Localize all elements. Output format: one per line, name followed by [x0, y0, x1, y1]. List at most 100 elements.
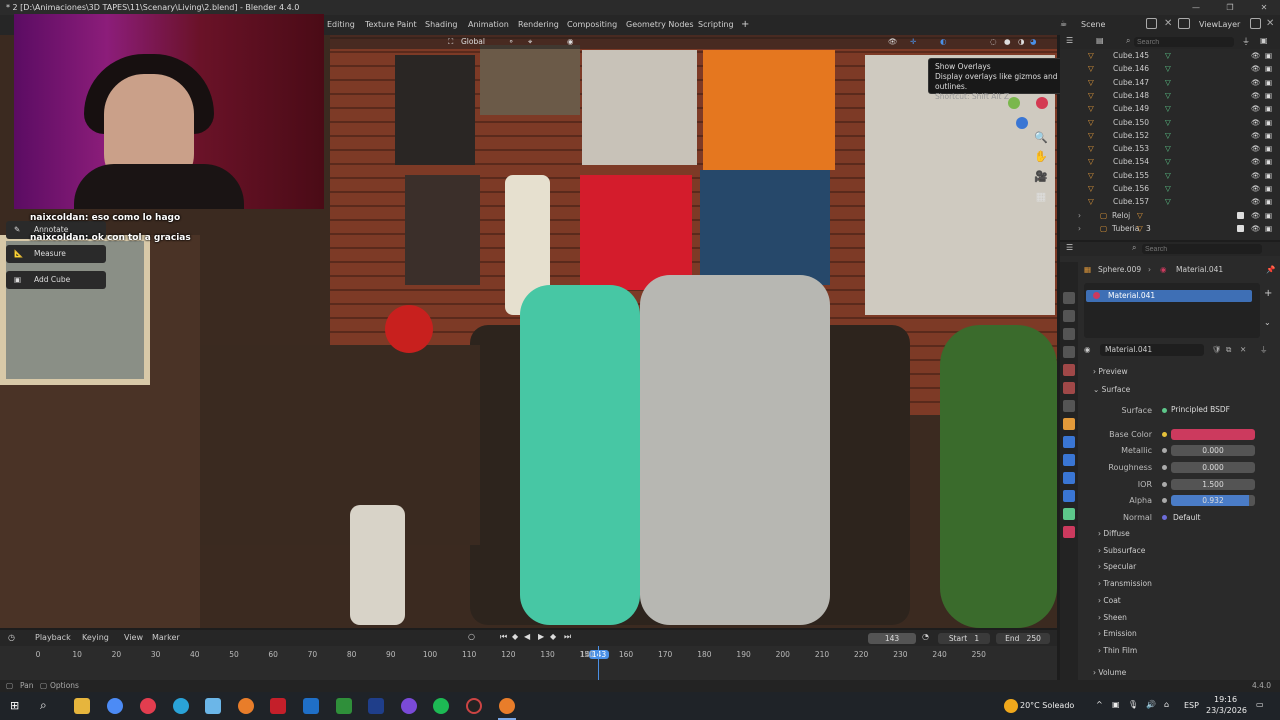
base-color-swatch[interactable] — [1171, 429, 1255, 440]
roughness-field[interactable]: 0.000 — [1171, 462, 1255, 473]
clock-date[interactable]: 23/3/2026 — [1206, 706, 1247, 715]
outliner-row[interactable]: ▽ Cube.146 ▽ 👁 ▣ — [1060, 62, 1280, 75]
new-scene-icon[interactable] — [1146, 18, 1157, 29]
visibility-eye-icon[interactable]: 👁 — [1251, 116, 1261, 129]
render-camera-icon[interactable]: ▣ — [1265, 209, 1272, 222]
tray-chevron-icon[interactable]: ^ — [1096, 700, 1103, 709]
menu-playback[interactable]: Playback — [35, 633, 71, 642]
tab-editing[interactable]: Editing — [324, 15, 358, 35]
tab-material[interactable] — [1063, 526, 1075, 538]
jump-start-icon[interactable]: ⏮ — [500, 632, 507, 642]
section-volume[interactable]: › Volume — [1093, 668, 1126, 677]
tab-geometry-nodes[interactable]: Geometry Nodes — [623, 15, 696, 35]
start-frame-field[interactable]: Start 1 — [938, 633, 990, 644]
expand-icon[interactable]: › — [1078, 222, 1081, 235]
playhead-line[interactable] — [598, 646, 599, 680]
visibility-eye-icon[interactable]: 👁 — [1251, 142, 1261, 155]
tray-app-icon[interactable]: ▣ — [1112, 700, 1120, 709]
file-explorer-icon[interactable] — [74, 698, 90, 714]
tab-animation[interactable]: Animation — [465, 15, 512, 35]
visibility-eye-icon[interactable]: 👁 — [1251, 195, 1261, 208]
section-preview[interactable]: › Preview — [1093, 367, 1128, 376]
unlink-icon[interactable]: ✕ — [1240, 343, 1246, 357]
opera-icon[interactable] — [140, 698, 156, 714]
render-camera-icon[interactable]: ▣ — [1265, 195, 1272, 208]
visibility-eye-icon[interactable]: 👁 — [1251, 129, 1261, 142]
outliner-row[interactable]: ▽ Cube.147 ▽ 👁 ▣ — [1060, 76, 1280, 89]
jump-end-icon[interactable]: ⏭ — [564, 632, 571, 642]
outliner-row[interactable]: ▽ Cube.150 ▽ 👁 ▣ — [1060, 116, 1280, 129]
outliner-row[interactable]: ▽ Cube.153 ▽ 👁 ▣ — [1060, 142, 1280, 155]
subsection-transmission[interactable]: › Transmission — [1098, 579, 1152, 588]
alpha-field[interactable]: 0.932 — [1171, 495, 1255, 506]
voicemeeter-icon[interactable] — [270, 698, 286, 714]
windows-start-icon[interactable]: ⊞ — [10, 699, 19, 712]
slot-menu-icon[interactable]: ⌄ — [1264, 318, 1271, 327]
tab-constraints[interactable] — [1063, 490, 1075, 502]
properties-search-input[interactable] — [1142, 244, 1262, 254]
photos-icon[interactable] — [303, 698, 319, 714]
add-workspace-button[interactable]: + — [738, 15, 752, 35]
visibility-eye-icon[interactable]: 👁 — [1251, 62, 1261, 75]
transform-orientation-select[interactable]: Global — [461, 36, 485, 48]
tab-particles[interactable] — [1063, 454, 1075, 466]
tab-tool[interactable] — [1063, 292, 1075, 304]
clock-time[interactable]: 19:16 — [1214, 695, 1237, 704]
maximize-button[interactable]: ❐ — [1218, 0, 1242, 15]
close-button[interactable]: ✕ — [1252, 0, 1276, 15]
menu-marker[interactable]: Marker — [152, 633, 180, 642]
subsection-sheen[interactable]: › Sheen — [1098, 613, 1127, 622]
tab-modifiers[interactable] — [1063, 436, 1075, 448]
material-name-field[interactable]: Material.041 — [1100, 344, 1204, 356]
tab-physics[interactable] — [1063, 472, 1075, 484]
render-camera-icon[interactable]: ▣ — [1265, 49, 1272, 62]
network-icon[interactable]: ⌂ — [1164, 700, 1169, 709]
next-keyframe-icon[interactable]: ◆ — [550, 632, 556, 641]
timeline-editor-icon[interactable]: ◷ — [8, 633, 15, 642]
current-frame-field[interactable]: 143 — [868, 633, 916, 644]
visibility-eye-icon[interactable]: 👁 — [1251, 222, 1261, 235]
record-icon[interactable]: ○ — [468, 632, 475, 641]
properties-editor-icon[interactable]: ☰ — [1066, 243, 1073, 252]
exclude-checkbox[interactable] — [1237, 211, 1244, 219]
play-reverse-icon[interactable]: ◀ — [524, 632, 530, 641]
app-icon-2[interactable] — [401, 698, 417, 714]
pivot-icon[interactable]: ⚬ — [508, 36, 514, 48]
timeline-ruler[interactable]: 0102030405060708090100110120130141431501… — [0, 646, 1057, 680]
filter-icon[interactable]: ⏚ — [1242, 36, 1250, 47]
material-browse-icon[interactable]: ◉ — [1084, 343, 1091, 357]
tab-object[interactable] — [1063, 418, 1075, 430]
play-icon[interactable]: ▶ — [538, 632, 544, 641]
subsection-diffuse[interactable]: › Diffuse — [1098, 529, 1130, 538]
duplicate-icon[interactable]: ⧉ — [1226, 343, 1231, 357]
outliner-row[interactable]: ▽ Cube.145 ▽ 👁 ▣ — [1060, 49, 1280, 62]
mic-icon[interactable]: 🎙 — [1128, 700, 1138, 709]
tab-rendering[interactable]: Rendering — [515, 15, 562, 35]
outliner-row[interactable]: ▽ Cube.157 ▽ 👁 ▣ — [1060, 195, 1280, 208]
pycharm-icon[interactable] — [336, 698, 352, 714]
visibility-eye-icon[interactable]: 👁 — [1251, 209, 1261, 222]
overlays-icon[interactable]: ◐ — [940, 36, 947, 48]
visibility-eye-icon[interactable]: 👁 — [1251, 102, 1261, 115]
outliner-row[interactable]: ▽ Cube.149 ▽ 👁 ▣ — [1060, 102, 1280, 115]
expand-icon[interactable]: › — [1078, 209, 1081, 222]
gizmo-icon[interactable]: ✛ — [910, 36, 916, 48]
render-camera-icon[interactable]: ▣ — [1265, 102, 1272, 115]
add-slot-button[interactable]: + — [1264, 288, 1272, 299]
proportional-edit-icon[interactable]: ◉ — [567, 36, 574, 48]
delete-scene-icon[interactable]: ✕ — [1164, 18, 1172, 29]
normal-field[interactable]: Default — [1171, 512, 1255, 523]
tab-render[interactable] — [1063, 310, 1075, 322]
exclude-checkbox[interactable] — [1237, 224, 1244, 232]
visibility-icon[interactable]: 👁 — [888, 36, 898, 48]
render-camera-icon[interactable]: ▣ — [1265, 182, 1272, 195]
tab-compositing[interactable]: Compositing — [564, 15, 620, 35]
visibility-eye-icon[interactable]: 👁 — [1251, 155, 1261, 168]
tab-data[interactable] — [1063, 508, 1075, 520]
tab-shading[interactable]: Shading — [422, 15, 461, 35]
solid-shading-icon[interactable]: ● — [1004, 36, 1011, 48]
render-camera-icon[interactable]: ▣ — [1265, 116, 1272, 129]
render-camera-icon[interactable]: ▣ — [1265, 76, 1272, 89]
end-frame-field[interactable]: End 250 — [996, 633, 1050, 644]
tab-view-layer[interactable] — [1063, 346, 1075, 358]
